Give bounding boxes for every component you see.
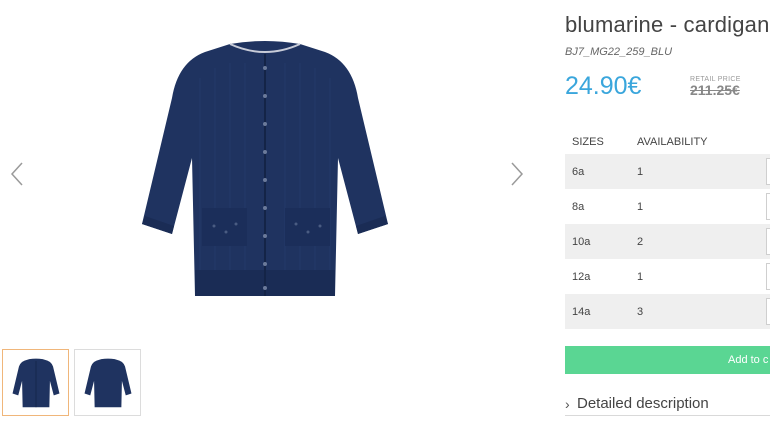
table-row: 6a 1: [565, 154, 770, 189]
quantity-input[interactable]: [766, 228, 770, 255]
product-gallery: [0, 0, 540, 435]
product-title: blumarine - cardigan l: [565, 12, 770, 37]
sizes-table: SIZES AVAILABILITY 6a 1 8a 1 10a 2 12a 1…: [565, 130, 770, 329]
thumbnail-strip: [2, 349, 141, 416]
product-price: 24.90€: [565, 72, 642, 100]
size-cell: 12a: [572, 270, 591, 283]
availability-cell: 3: [637, 305, 644, 318]
table-row: 10a 2: [565, 224, 770, 259]
chevron-right-icon: [511, 162, 524, 186]
quantity-input[interactable]: [766, 158, 770, 185]
retail-price: 211.25€: [690, 82, 740, 98]
chevron-right-icon: ›: [565, 395, 570, 412]
availability-cell: 1: [637, 165, 644, 178]
availability-cell: 2: [637, 235, 644, 248]
table-row: 14a 3: [565, 294, 770, 329]
quantity-input[interactable]: [766, 193, 770, 220]
sizes-table-header: SIZES AVAILABILITY: [565, 130, 770, 154]
add-to-cart-button[interactable]: Add to c: [565, 346, 770, 374]
prev-image-arrow[interactable]: [6, 160, 28, 188]
retail-price-block: RETAIL PRICE 211.25€: [690, 76, 741, 98]
availability-column-header: AVAILABILITY: [637, 136, 708, 148]
cardigan-image: [142, 41, 388, 296]
size-cell: 8a: [572, 200, 585, 213]
product-sku: BJ7_MG22_259_BLU: [565, 46, 673, 58]
table-row: 8a 1: [565, 189, 770, 224]
quantity-input[interactable]: [766, 263, 770, 290]
thumbnail-1[interactable]: [2, 349, 69, 416]
thumbnail-2[interactable]: [74, 349, 141, 416]
detailed-description-label: Detailed description: [577, 395, 709, 412]
availability-cell: 1: [637, 200, 644, 213]
chevron-left-icon: [10, 162, 23, 186]
sizes-column-header: SIZES: [572, 136, 604, 148]
cardigan-thumbnail-front: [12, 358, 59, 407]
quantity-input[interactable]: [766, 298, 770, 325]
size-cell: 6a: [572, 165, 585, 178]
detailed-description-toggle[interactable]: › Detailed description: [565, 392, 770, 416]
cardigan-thumbnail-back: [84, 358, 131, 407]
size-cell: 14a: [572, 305, 591, 318]
product-info: blumarine - cardigan l BJ7_MG22_259_BLU …: [565, 0, 770, 435]
availability-cell: 1: [637, 270, 644, 283]
size-cell: 10a: [572, 235, 591, 248]
next-image-arrow[interactable]: [506, 160, 528, 188]
main-product-image: [130, 38, 400, 300]
table-row: 12a 1: [565, 259, 770, 294]
